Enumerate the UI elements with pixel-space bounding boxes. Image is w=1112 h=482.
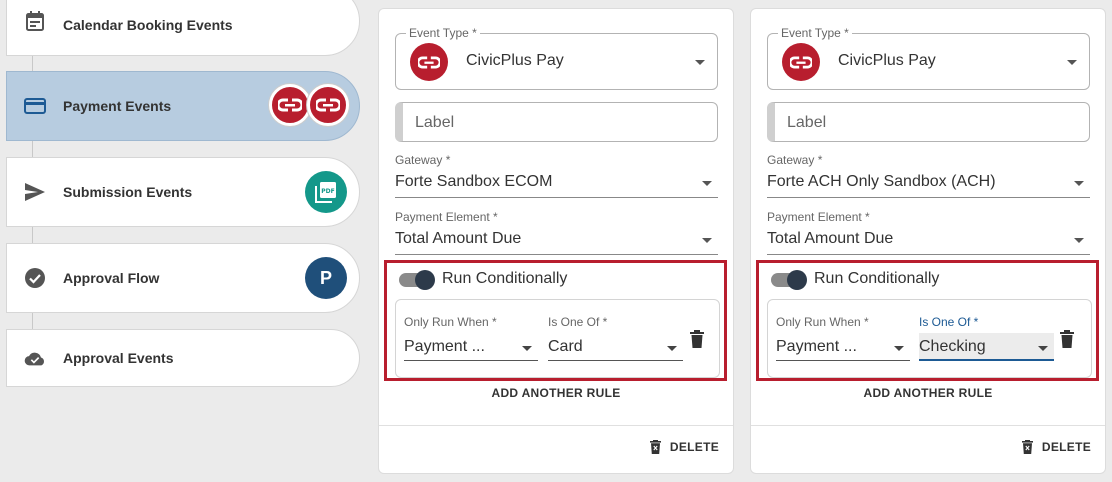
gateway-select[interactable]: Forte ACH Only Sandbox (ACH) <box>767 170 1090 198</box>
chevron-down-icon <box>894 346 904 351</box>
only-run-when-select[interactable]: Payment ... <box>404 333 538 361</box>
chevron-down-icon <box>1038 346 1048 351</box>
gateway-value: Forte Sandbox ECOM <box>395 173 553 190</box>
sidebar-item-approval-flow[interactable]: Approval Flow P <box>6 243 360 313</box>
is-one-of-label: Is One Of * <box>548 315 608 329</box>
label-placeholder: Label <box>415 114 455 131</box>
civicplus-logo-icon <box>307 84 349 126</box>
credit-card-icon <box>24 95 46 117</box>
event-type-label: Event Type * <box>778 26 852 40</box>
label-input[interactable]: Label <box>395 102 718 142</box>
payment-event-card: Event Type * CivicPlus Pay Label Gateway… <box>378 8 734 474</box>
delete-button[interactable]: DELETE <box>649 440 719 454</box>
sidebar-item-label: Submission Events <box>63 184 193 200</box>
svg-text:PDF: PDF <box>321 188 334 195</box>
cloud-done-icon <box>24 347 46 369</box>
chevron-down-icon <box>522 346 532 351</box>
event-type-value: CivicPlus Pay <box>466 52 564 69</box>
add-another-rule-button[interactable]: ADD ANOTHER RULE <box>379 386 733 400</box>
add-another-rule-button[interactable]: ADD ANOTHER RULE <box>751 386 1105 400</box>
chevron-down-icon <box>695 60 705 65</box>
sidebar-item-submission-events[interactable]: Submission Events PDF <box>6 157 360 227</box>
conditional-highlight-box: Run Conditionally Only Run When * Paymen… <box>756 260 1099 381</box>
label-placeholder: Label <box>787 114 827 131</box>
is-one-of-select[interactable]: Card <box>548 333 683 361</box>
run-conditionally-toggle[interactable] <box>771 270 807 290</box>
is-one-of-value: Card <box>548 338 583 355</box>
event-type-select[interactable]: Event Type * CivicPlus Pay <box>767 26 1090 90</box>
label-input[interactable]: Label <box>767 102 1090 142</box>
send-icon <box>24 181 46 203</box>
sidebar-item-label: Payment Events <box>63 98 172 114</box>
payment-element-value: Total Amount Due <box>395 230 522 247</box>
trash-icon <box>1021 440 1033 454</box>
payment-event-card: Event Type * CivicPlus Pay Label Gateway… <box>750 8 1106 474</box>
sidebar-item-label: Approval Events <box>63 350 174 366</box>
only-run-when-value: Payment ... <box>404 338 485 355</box>
only-run-when-value: Payment ... <box>776 338 857 355</box>
run-conditionally-label: Run Conditionally <box>442 270 568 287</box>
sidebar-item-approval-events[interactable]: Approval Events <box>6 329 360 387</box>
payment-element-select[interactable]: Total Amount Due <box>395 227 718 255</box>
sidebar-item-label: Calendar Booking Events <box>63 17 233 33</box>
civicplus-logo-icon <box>410 43 448 81</box>
payment-element-value: Total Amount Due <box>767 230 894 247</box>
chevron-down-icon <box>702 238 712 243</box>
chevron-down-icon <box>1067 60 1077 65</box>
only-run-when-select[interactable]: Payment ... <box>776 333 910 361</box>
civicplus-logo-icon <box>269 84 311 126</box>
payment-element-label: Payment Element * <box>767 210 870 224</box>
condition-rule: Only Run When * Payment ... Is One Of * … <box>767 299 1092 378</box>
pdf-icon: PDF <box>305 171 347 213</box>
payment-element-select[interactable]: Total Amount Due <box>767 227 1090 255</box>
condition-rule: Only Run When * Payment ... Is One Of * … <box>395 299 720 378</box>
gateway-select[interactable]: Forte Sandbox ECOM <box>395 170 718 198</box>
sidebar-item-payment-events[interactable]: Payment Events <box>6 71 360 141</box>
event-type-select[interactable]: Event Type * CivicPlus Pay <box>395 26 718 90</box>
event-type-value: CivicPlus Pay <box>838 52 936 69</box>
is-one-of-label: Is One Of * <box>919 315 979 329</box>
approval-flow-badge: P <box>305 257 347 299</box>
sidebar-item-calendar-booking-events[interactable]: Calendar Booking Events <box>6 0 360 56</box>
calendar-icon <box>24 10 46 32</box>
check-circle-icon <box>24 267 46 289</box>
gateway-value: Forte ACH Only Sandbox (ACH) <box>767 173 996 190</box>
event-type-label: Event Type * <box>406 26 480 40</box>
chevron-down-icon <box>1074 181 1084 186</box>
delete-button[interactable]: DELETE <box>1021 440 1091 454</box>
card-divider <box>379 425 733 426</box>
run-conditionally-label: Run Conditionally <box>814 270 940 287</box>
sidebar-item-label: Approval Flow <box>63 270 160 286</box>
conditional-highlight-box: Run Conditionally Only Run When * Paymen… <box>384 260 727 381</box>
is-one-of-value: Checking <box>919 338 986 355</box>
trash-icon[interactable] <box>689 330 705 348</box>
only-run-when-label: Only Run When * <box>404 315 497 329</box>
trash-icon <box>649 440 661 454</box>
trash-icon[interactable] <box>1059 330 1075 348</box>
chevron-down-icon <box>702 181 712 186</box>
is-one-of-select[interactable]: Checking <box>919 333 1054 361</box>
delete-label: DELETE <box>669 440 719 454</box>
payment-element-label: Payment Element * <box>395 210 498 224</box>
chevron-down-icon <box>667 346 677 351</box>
delete-label: DELETE <box>1041 440 1091 454</box>
chevron-down-icon <box>1074 238 1084 243</box>
gateway-label: Gateway * <box>395 153 451 167</box>
card-divider <box>751 425 1105 426</box>
civicplus-logo-icon <box>782 43 820 81</box>
only-run-when-label: Only Run When * <box>776 315 869 329</box>
gateway-label: Gateway * <box>767 153 823 167</box>
run-conditionally-toggle[interactable] <box>399 270 435 290</box>
